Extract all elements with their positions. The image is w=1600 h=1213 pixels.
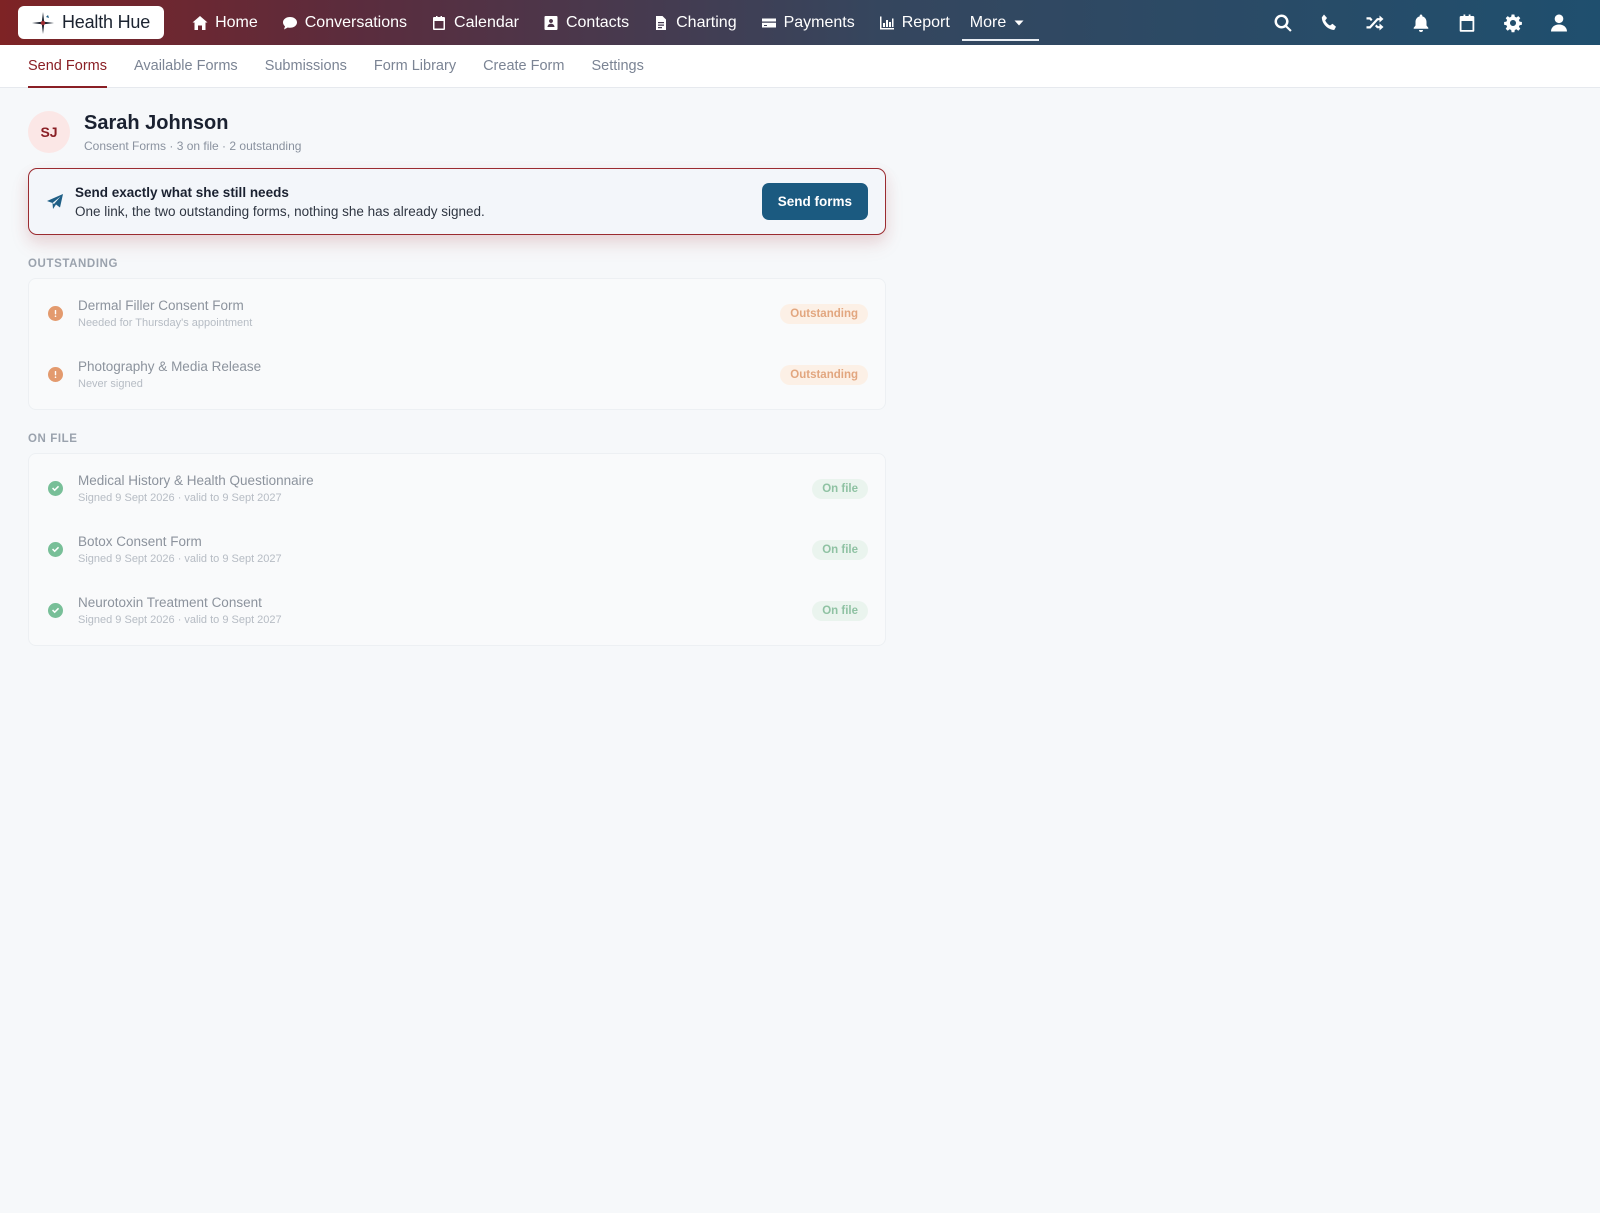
nav-item-label: Report [901,13,950,31]
nav-item-payments[interactable]: Payments [749,0,867,45]
banner-subtitle: One link, the two outstanding forms, not… [75,203,485,219]
form-subtitle: Signed 9 Sept 2026 · valid to 9 Sept 202… [78,614,282,626]
list-item[interactable]: Photography & Media Release Never signed… [29,344,885,405]
tab-send-forms[interactable]: Send Forms [28,45,107,88]
form-title: Photography & Media Release [78,359,262,374]
nav-item-label: Conversations [304,13,408,31]
paper-plane-icon [46,193,64,211]
nav-item-calendar[interactable]: Calendar [419,0,531,45]
form-subtitle: Never signed [78,378,143,390]
nav-item-report[interactable]: Report [867,0,962,45]
phone-icon [1321,14,1336,30]
nav-item-label: Home [215,13,258,31]
nav-item-conversations[interactable]: Conversations [270,0,419,45]
logo-mark-icon [30,10,56,36]
search-button[interactable] [1260,0,1306,45]
calendar-icon [1459,14,1475,32]
form-subtitle: Signed 9 Sept 2026 · valid to 9 Sept 202… [78,553,282,565]
banner-title: Send exactly what she still needs [75,184,289,200]
gear-icon [1504,14,1522,32]
status-badge: On file [812,539,868,560]
calendar-button[interactable] [1444,0,1490,45]
form-subtitle: Signed 9 Sept 2026 · valid to 9 Sept 202… [78,492,282,504]
document-icon [656,15,667,30]
outstanding-forms-list: Dermal Filler Consent Form Needed for Th… [28,278,886,410]
patient-header: SJ Sarah Johnson Consent Forms · 3 on fi… [28,111,886,153]
list-item[interactable]: Medical History & Health Questionnaire S… [29,458,885,519]
tab-available-forms[interactable]: Available Forms [134,45,238,87]
send-forms-panel: SJ Sarah Johnson Consent Forms · 3 on fi… [0,111,914,646]
tab-create-form[interactable]: Create Form [483,45,564,87]
status-badge: On file [812,478,868,499]
nav-item-home[interactable]: Home [180,0,270,45]
form-title: Neurotoxin Treatment Consent [78,595,262,610]
phone-button[interactable] [1306,0,1352,45]
top-navigation-bar: Health Hue Home Conversations Calendar C… [0,0,1600,45]
tab-settings[interactable]: Settings [591,45,643,87]
nav-item-label: Charting [676,13,737,31]
notifications-button[interactable] [1398,0,1444,45]
list-item[interactable]: Dermal Filler Consent Form Needed for Th… [29,283,885,344]
checkmark-icon [48,481,63,496]
bar-chart-icon [879,16,894,29]
search-icon [1274,13,1292,32]
form-title: Dermal Filler Consent Form [78,298,244,313]
nav-item-label: Payments [783,13,855,31]
logo-text: Health Hue [62,12,151,32]
patient-name: Sarah Johnson [84,112,229,134]
credit-card-icon [761,18,776,27]
forms-subtabs: Send Forms Available Forms Submissions F… [0,45,1600,88]
status-badge: Outstanding [780,364,868,385]
header-actions [1260,0,1582,45]
home-icon [192,15,208,30]
exclamation-icon [48,367,63,382]
patient-meta: Consent Forms · 3 on file · 2 outstandin… [84,139,302,153]
nav-item-charting[interactable]: Charting [641,0,748,45]
main-nav: Home Conversations Calendar Contacts Cha… [180,0,1040,45]
tab-submissions[interactable]: Submissions [265,45,347,87]
nav-more-label: More [969,13,1007,31]
list-item[interactable]: Botox Consent Form Signed 9 Sept 2026 · … [29,519,885,580]
tab-form-library[interactable]: Form Library [374,45,456,87]
form-subtitle: Needed for Thursday's appointment [78,317,253,329]
checkmark-icon [48,542,63,557]
user-profile-button[interactable] [1536,0,1582,45]
exclamation-icon [48,306,63,321]
section-label-outstanding: OUTSTANDING [28,258,119,270]
send-forms-button[interactable]: Send forms [761,183,868,220]
nav-item-label: Calendar [454,13,519,31]
nav-item-label: Contacts [565,13,630,31]
bell-icon [1413,14,1429,32]
settings-button[interactable] [1490,0,1536,45]
status-badge: Outstanding [780,303,868,324]
contact-card-icon [544,15,558,30]
app-logo[interactable]: Health Hue [18,6,165,39]
chat-icon [282,16,297,29]
status-badge: On file [812,600,868,621]
section-label-on-file: ON FILE [28,433,78,445]
form-title: Botox Consent Form [78,534,202,549]
nav-more-dropdown[interactable]: More [961,0,1040,45]
shuffle-button[interactable] [1352,0,1398,45]
banner-text: Send exactly what she still needs One li… [75,185,762,219]
nav-item-contacts[interactable]: Contacts [531,0,641,45]
user-icon [1551,14,1567,31]
checkmark-icon [48,603,63,618]
on-file-forms-list: Medical History & Health Questionnaire S… [28,453,886,646]
list-item[interactable]: Neurotoxin Treatment Consent Signed 9 Se… [29,580,885,641]
chevron-down-icon [1014,20,1024,25]
avatar: SJ [28,111,70,153]
send-forms-banner: Send exactly what she still needs One li… [28,168,886,235]
form-title: Medical History & Health Questionnaire [78,473,314,488]
calendar-icon [433,15,446,30]
shuffle-icon [1366,15,1384,30]
